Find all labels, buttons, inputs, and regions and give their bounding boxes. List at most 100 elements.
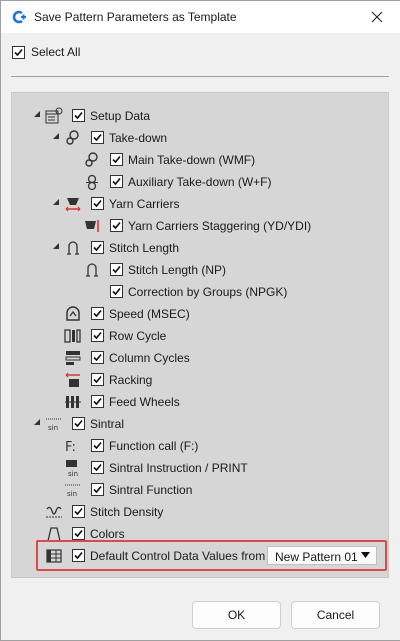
checkmark-icon <box>112 177 121 186</box>
tree-item-sintral-instruction[interactable]: sin Sintral Instruction / PRINT <box>1 458 400 478</box>
checkmark-icon <box>74 419 83 428</box>
tree-item-label: Take-down <box>109 131 168 145</box>
row-cycle-icon <box>64 329 81 343</box>
close-button[interactable] <box>354 1 400 33</box>
tree-item-sintral-function[interactable]: sin Sintral Function <box>1 480 400 500</box>
tree-item-label: Stitch Density <box>90 505 164 519</box>
setup-data-checkbox[interactable] <box>72 109 85 122</box>
collapse-arrow-icon[interactable] <box>52 132 60 140</box>
ok-button[interactable]: OK <box>192 601 281 629</box>
tree-item-take-down[interactable]: Take-down <box>1 128 400 148</box>
checkmark-icon <box>93 353 102 362</box>
stitch-length-np-icon <box>86 263 98 277</box>
tree-item-label: Correction by Groups (NPGK) <box>128 285 288 299</box>
stitch-length-icon <box>67 241 79 255</box>
tree-item-stitch-length[interactable]: Stitch Length <box>1 238 400 258</box>
tree-item-racking[interactable]: Racking <box>1 370 400 390</box>
collapse-arrow-icon[interactable] <box>33 110 41 118</box>
tree-item-aux-take-down[interactable]: Auxiliary Take-down (W+F) <box>1 172 400 192</box>
column-cycles-checkbox[interactable] <box>91 351 104 364</box>
checkmark-icon <box>14 48 23 57</box>
row-cycle-checkbox[interactable] <box>91 329 104 342</box>
tree-item-main-take-down[interactable]: Main Take-down (WMF) <box>1 150 400 170</box>
tree-item-yarn-staggering[interactable]: Yarn Carriers Staggering (YD/YDI) <box>1 216 400 236</box>
title-bar: Save Pattern Parameters as Template <box>1 1 400 33</box>
sintral-function-checkbox[interactable] <box>91 483 104 496</box>
tree-item-label: Yarn Carriers Staggering (YD/YDI) <box>128 219 312 233</box>
yarn-carrier-icon <box>65 198 81 212</box>
select-all-checkbox[interactable] <box>12 46 25 59</box>
aux-take-down-icon <box>86 174 98 191</box>
colors-checkbox[interactable] <box>72 527 85 540</box>
checkmark-icon <box>93 397 102 406</box>
correction-groups-checkbox[interactable] <box>110 285 123 298</box>
collapse-arrow-icon[interactable] <box>52 242 60 250</box>
checkmark-icon <box>93 243 102 252</box>
checkmark-icon <box>93 463 102 472</box>
take-down-icon <box>66 130 79 145</box>
tree-item-default-control[interactable]: Default Control Data Values from <box>1 546 265 566</box>
stitch-length-np-checkbox[interactable] <box>110 263 123 276</box>
collapse-arrow-icon[interactable] <box>33 418 41 426</box>
tree-item-label: Colors <box>90 527 125 541</box>
tree-item-label: Main Take-down (WMF) <box>128 153 256 167</box>
checkmark-icon <box>74 529 83 538</box>
cancel-button[interactable]: Cancel <box>291 601 380 629</box>
function-icon: F: <box>65 440 76 455</box>
tree-item-row-cycle[interactable]: Row Cycle <box>1 326 400 346</box>
feed-wheels-checkbox[interactable] <box>91 395 104 408</box>
tree-item-speed[interactable]: Speed (MSEC) <box>1 304 400 324</box>
tree-item-stitch-density[interactable]: Stitch Density <box>1 502 400 522</box>
checkmark-icon <box>93 309 102 318</box>
speed-checkbox[interactable] <box>91 307 104 320</box>
pattern-source-dropdown[interactable]: New Pattern 01 <box>267 546 377 565</box>
aux-take-down-checkbox[interactable] <box>110 175 123 188</box>
tree-item-stitch-length-np[interactable]: Stitch Length (NP) <box>1 260 400 280</box>
tree-item-column-cycles[interactable]: Column Cycles <box>1 348 400 368</box>
checkmark-icon <box>74 507 83 516</box>
save-template-dialog: Save Pattern Parameters as Template Sele… <box>0 0 400 641</box>
tree-item-label: Setup Data <box>90 109 151 123</box>
tree-item-function-call[interactable]: F: Function call (F:) <box>1 436 400 456</box>
tree-item-label: Auxiliary Take-down (W+F) <box>128 175 272 189</box>
checkmark-icon <box>93 199 102 208</box>
chevron-down-icon <box>361 552 370 558</box>
tree-item-yarn-carriers[interactable]: Yarn Carriers <box>1 194 400 214</box>
stitch-density-checkbox[interactable] <box>72 505 85 518</box>
sintral-instruction-checkbox[interactable] <box>91 461 104 474</box>
tree-item-label: Default Control Data Values from <box>90 549 266 563</box>
tree-item-label: Speed (MSEC) <box>109 307 190 321</box>
main-take-down-icon <box>85 152 98 167</box>
yarn-staggering-checkbox[interactable] <box>110 219 123 232</box>
select-all-label: Select All <box>31 45 81 59</box>
default-control-checkbox[interactable] <box>72 549 85 562</box>
function-call-checkbox[interactable] <box>91 439 104 452</box>
sintral-instruction-icon: sin <box>66 460 78 477</box>
tree-item-sintral[interactable]: sin Sintral <box>1 414 400 434</box>
sintral-icon: sin <box>46 418 62 432</box>
dialog-title: Save Pattern Parameters as Template <box>34 10 237 24</box>
yarn-carriers-checkbox[interactable] <box>91 197 104 210</box>
take-down-checkbox[interactable] <box>91 131 104 144</box>
tree-item-setup-data[interactable]: Setup Data <box>1 106 400 126</box>
close-icon <box>371 11 383 23</box>
main-take-down-checkbox[interactable] <box>110 153 123 166</box>
tree-item-feed-wheels[interactable]: Feed Wheels <box>1 392 400 412</box>
svg-text:sin: sin <box>68 470 78 477</box>
speed-icon <box>66 306 80 321</box>
stitch-density-icon <box>46 506 62 518</box>
checkmark-icon <box>93 441 102 450</box>
checkmark-icon <box>112 265 121 274</box>
stitch-length-checkbox[interactable] <box>91 241 104 254</box>
sintral-checkbox[interactable] <box>72 417 85 430</box>
svg-text:sin: sin <box>48 424 58 432</box>
app-logo-icon <box>12 10 26 24</box>
tree-item-label: Row Cycle <box>109 329 167 343</box>
checkmark-icon <box>74 111 83 120</box>
collapse-arrow-icon[interactable] <box>52 198 60 206</box>
tree-item-label: Yarn Carriers <box>109 197 180 211</box>
tree-item-correction-groups[interactable]: Correction by Groups (NPGK) <box>1 282 400 302</box>
yarn-staggering-icon <box>85 220 99 232</box>
racking-checkbox[interactable] <box>91 373 104 386</box>
checkmark-icon <box>93 485 102 494</box>
